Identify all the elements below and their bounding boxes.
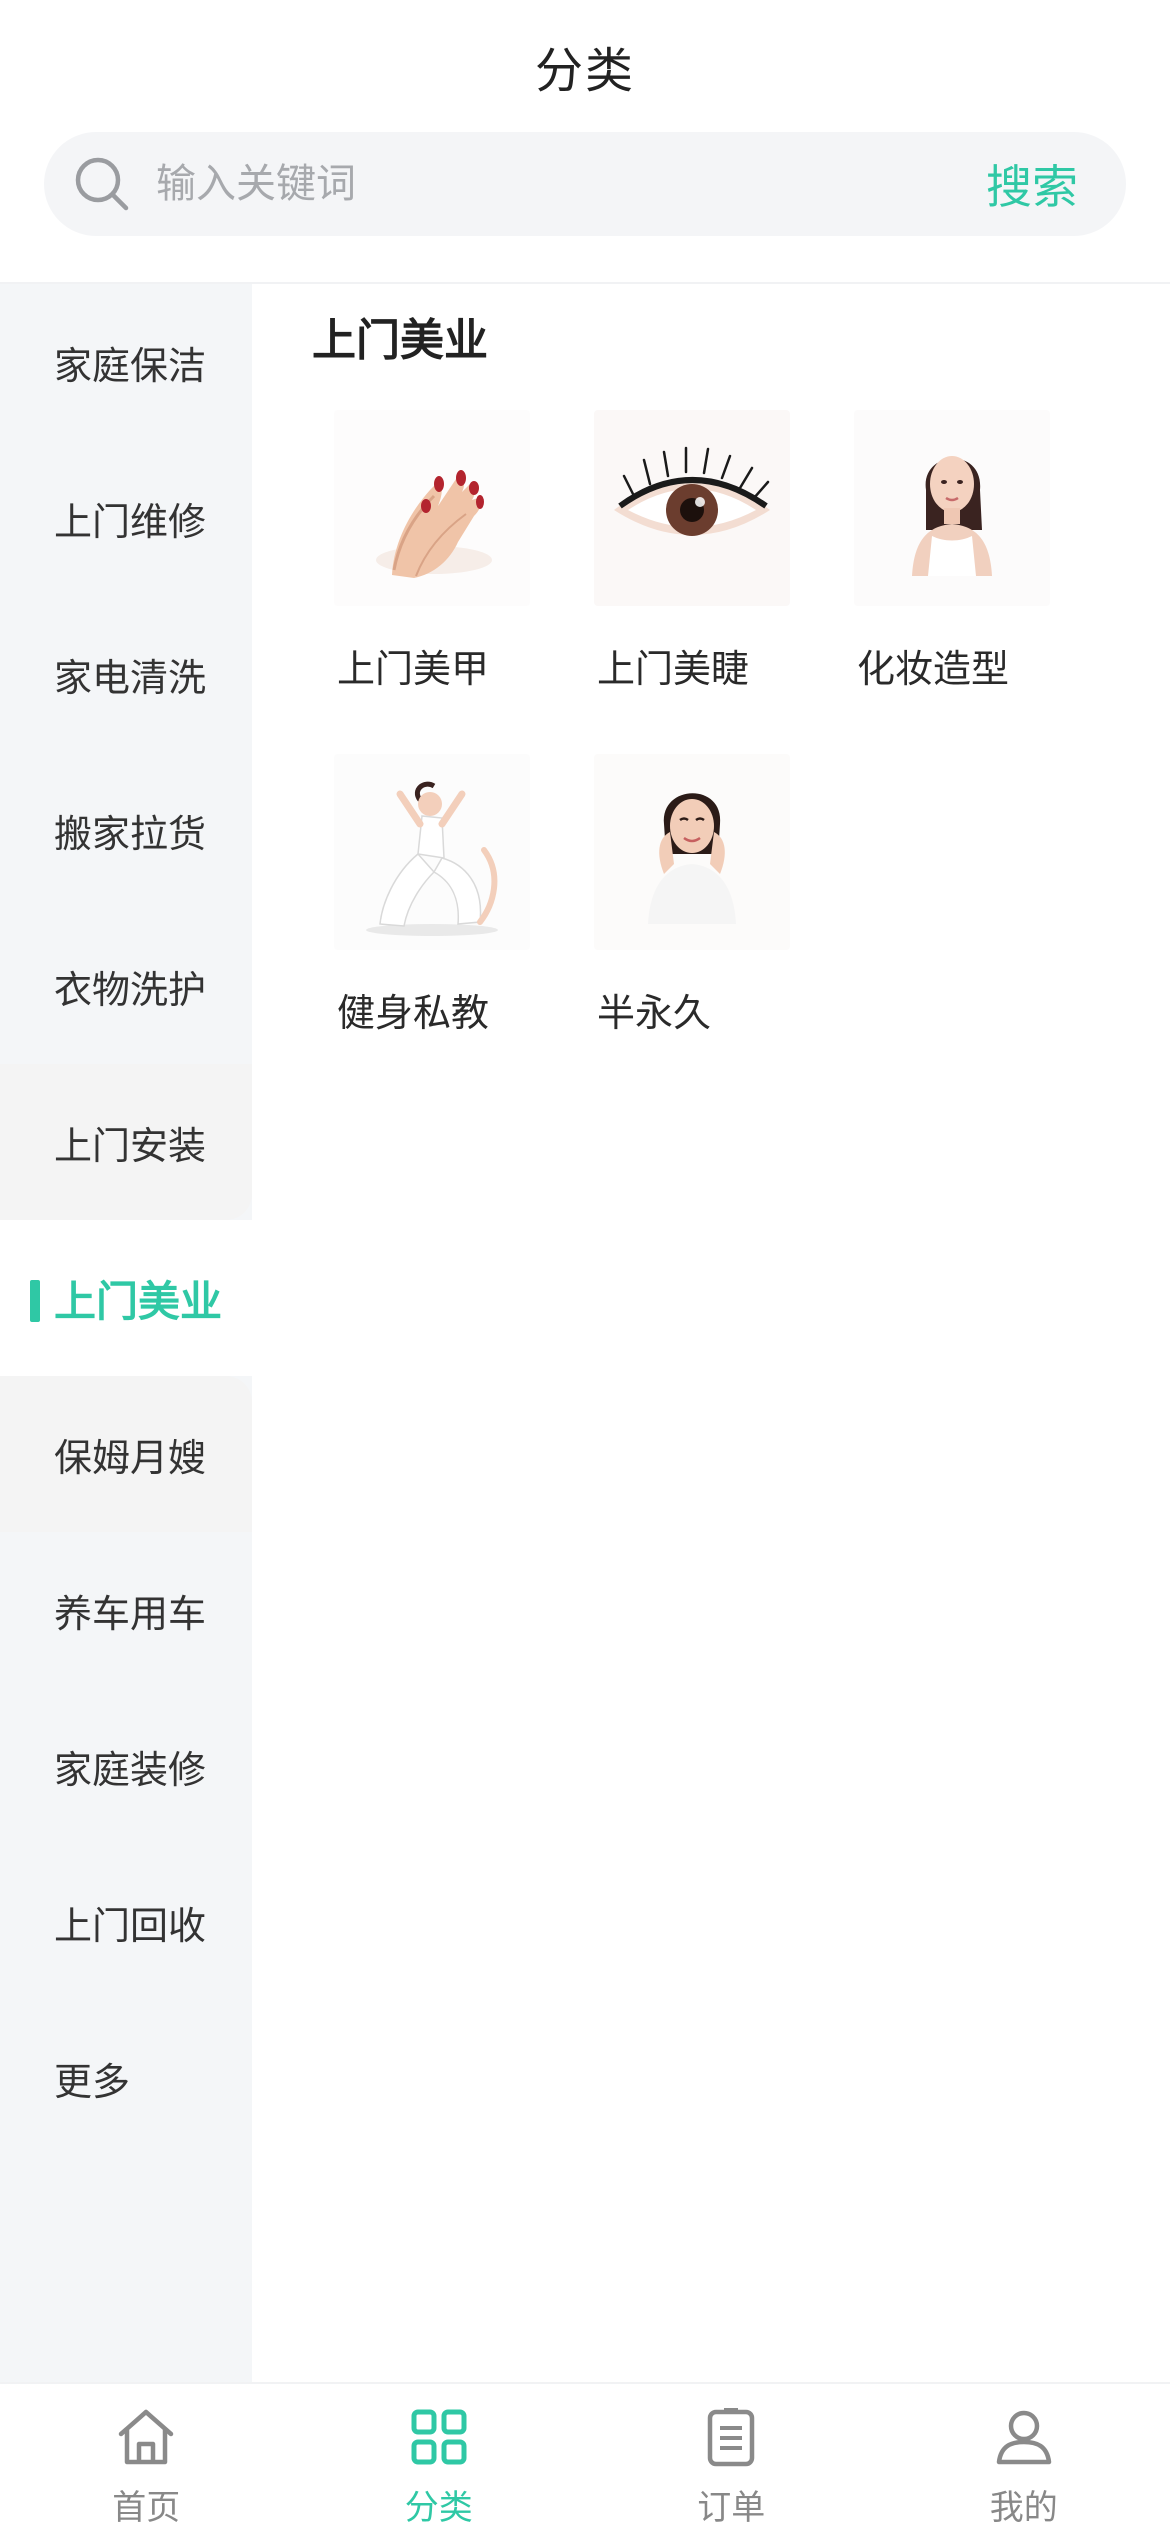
active-indicator [30,1280,40,1322]
sidebar-item-installation[interactable]: 上门安装 [0,1064,252,1220]
sidebar-item-label: 家电清洗 [54,655,207,700]
service-item-label: 上门美甲 [337,647,490,691]
tab-label: 订单 [697,2488,766,2528]
sidebar-item-label: 搬家拉货 [54,811,207,856]
tab-home[interactable]: 首页 [0,2384,293,2532]
sidebar-item-renovation[interactable]: 家庭装修 [0,1688,252,1844]
sidebar-item-label: 上门美业 [54,1276,223,1326]
category-grid-icon [404,2402,474,2476]
search-bar[interactable]: 搜索 [44,132,1126,236]
section-title: 上门美业 [312,315,488,366]
sidebar-item-more[interactable]: 更多 [0,2000,252,2156]
service-item-label: 化妆造型 [857,647,1010,691]
sidebar-item-home-repair[interactable]: 上门维修 [0,440,252,596]
tab-label: 分类 [404,2488,473,2528]
service-item-label: 半永久 [597,991,712,1035]
sidebar-item-moving[interactable]: 搬家拉货 [0,752,252,908]
service-item-semi-permanent[interactable]: 半永久 [512,754,790,1035]
sidebar-item-home-cleaning[interactable]: 家庭保洁 [0,284,252,440]
user-icon [989,2402,1059,2476]
tab-profile[interactable]: 我的 [878,2384,1170,2532]
sidebar-item-label: 衣物洗护 [54,967,207,1012]
sidebar-item-label: 家庭保洁 [54,343,207,388]
service-item-manicure[interactable]: 上门美甲 [252,410,530,691]
makeup-model-photo [854,410,1050,606]
yoga-pose-photo [334,754,530,950]
manicure-hand-photo [334,410,530,606]
page-title: 分类 [534,43,635,99]
sidebar-item-laundry[interactable]: 衣物洗护 [0,908,252,1064]
eyelash-photo [594,410,790,606]
sidebar-item-nanny[interactable]: 保姆月嫂 [0,1376,252,1532]
service-item-makeup[interactable]: 化妆造型 [772,410,1050,691]
sidebar-item-appliance-cleaning[interactable]: 家电清洗 [0,596,252,752]
sidebar-item-beauty[interactable]: 上门美业 [0,1220,252,1376]
category-content: 上门美业 上门美甲 上门美睫 化妆造型 健身私教 半永久 [252,284,1170,2382]
bottom-tab-bar: 首页 分类 订单 我的 [0,2382,1170,2532]
sidebar-item-label: 家庭装修 [54,1747,207,1792]
search-button[interactable]: 搜索 [986,151,1078,217]
service-item-eyelash[interactable]: 上门美睫 [512,410,790,691]
sidebar-item-label: 上门安装 [54,1123,207,1168]
order-list-icon [696,2402,766,2476]
category-sidebar: 家庭保洁 上门维修 家电清洗 搬家拉货 衣物洗护 上门安装 上门美业 保姆月嫂 … [0,284,252,2382]
service-item-label: 上门美睫 [597,647,750,691]
tab-label: 首页 [112,2488,181,2528]
page-header: 分类 [0,0,1170,132]
service-item-fitness[interactable]: 健身私教 [252,754,530,1035]
tab-orders[interactable]: 订单 [585,2384,878,2532]
sidebar-item-car-care[interactable]: 养车用车 [0,1532,252,1688]
sidebar-item-label: 保姆月嫂 [54,1435,207,1480]
semi-permanent-model-photo [594,754,790,950]
tab-label: 我的 [989,2488,1058,2528]
service-item-label: 健身私教 [337,991,490,1035]
tab-category[interactable]: 分类 [293,2384,586,2532]
sidebar-item-label: 上门回收 [54,1903,207,1948]
sidebar-item-label: 养车用车 [54,1591,207,1636]
app-root: 分类 搜索 家庭保洁 上门维修 家电清洗 搬家拉货 衣物洗护 上门安装 [0,0,1170,2532]
sidebar-item-label: 更多 [54,2059,131,2104]
search-icon [70,152,134,216]
home-icon [111,2402,181,2476]
search-input[interactable] [156,161,986,207]
sidebar-item-label: 上门维修 [54,499,207,544]
sidebar-item-recycling[interactable]: 上门回收 [0,1844,252,2000]
